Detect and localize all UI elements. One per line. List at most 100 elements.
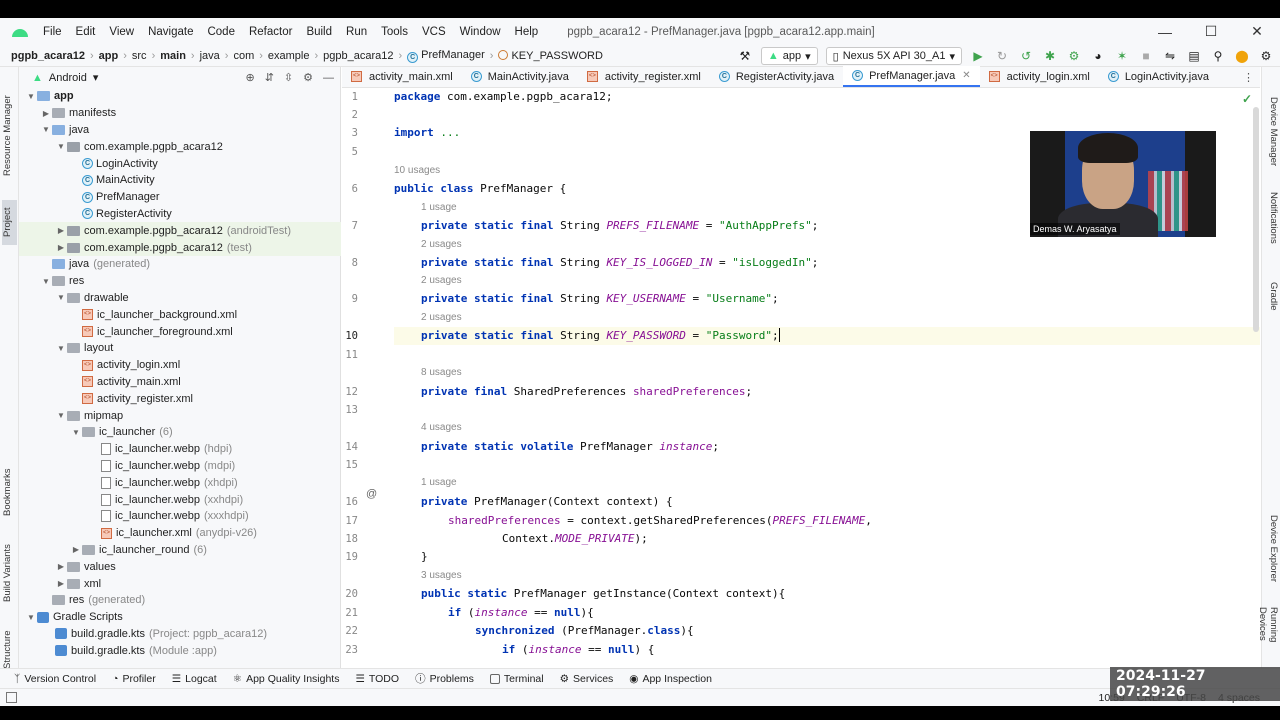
chevron-right-icon[interactable]: ▶ bbox=[55, 579, 67, 588]
menu-tools[interactable]: Tools bbox=[374, 26, 415, 38]
usages-hint[interactable]: 2 usages bbox=[421, 238, 462, 252]
menu-build[interactable]: Build bbox=[299, 26, 339, 38]
hammer-icon[interactable]: ⚒ bbox=[737, 48, 753, 64]
resource-manager-tab[interactable]: Resource Manager bbox=[2, 95, 17, 177]
chevron-right-icon[interactable]: ▶ bbox=[40, 109, 52, 118]
logcat-tool[interactable]: ☰ Logcat bbox=[172, 673, 217, 685]
gear-icon[interactable]: ⚙ bbox=[303, 71, 313, 84]
tree-item-manifests[interactable]: ▶ manifests bbox=[19, 105, 341, 122]
tree-item-ic-launcher-xxhdpi[interactable]: ic_launcher.webp (xxhdpi) bbox=[19, 491, 341, 508]
breadcrumb-field[interactable]: KEY_PASSWORD bbox=[495, 49, 606, 62]
chevron-down-icon[interactable]: ▼ bbox=[55, 293, 67, 302]
app-quality-insights-tool[interactable]: ⚛ App Quality Insights bbox=[233, 673, 340, 685]
tree-item-app[interactable]: ▼ app bbox=[19, 88, 341, 105]
device-manager-tab[interactable]: Device Manager bbox=[1265, 97, 1279, 177]
usages-hint[interactable]: 1 usage bbox=[421, 201, 457, 215]
project-view-mode[interactable]: Android bbox=[49, 72, 87, 84]
menu-run[interactable]: Run bbox=[339, 26, 374, 38]
locate-icon[interactable]: ⊕ bbox=[245, 71, 254, 84]
tree-item-mipmap[interactable]: ▼ mipmap bbox=[19, 407, 341, 424]
tree-item-build-gradle-project[interactable]: build.gradle.kts (Project: pgpb_acara12) bbox=[19, 626, 341, 643]
device-selector[interactable]: ▯ Nexus 5X API 30_A1 ▾ bbox=[825, 47, 962, 65]
chevron-down-icon[interactable]: ▼ bbox=[55, 411, 67, 420]
menu-refactor[interactable]: Refactor bbox=[242, 26, 299, 38]
tree-item-gradle-scripts[interactable]: ▼ Gradle Scripts bbox=[19, 609, 341, 626]
tree-item-xml[interactable]: ▶ xml bbox=[19, 575, 341, 592]
menu-window[interactable]: Window bbox=[453, 26, 508, 38]
sync-icon[interactable]: ⇋ bbox=[1162, 48, 1178, 64]
close-icon[interactable]: ✕ bbox=[1234, 18, 1280, 45]
project-tab[interactable]: Project bbox=[2, 200, 17, 245]
breadcrumb-src[interactable]: src bbox=[129, 50, 150, 62]
tree-item-activity-register[interactable]: <> activity_register.xml bbox=[19, 390, 341, 407]
chevron-down-icon[interactable]: ▼ bbox=[40, 125, 52, 134]
tree-item-prefmanager[interactable]: C PrefManager bbox=[19, 189, 341, 206]
tree-item-ic-launcher[interactable]: ▼ ic_launcher (6) bbox=[19, 424, 341, 441]
usages-hint[interactable]: 10 usages bbox=[394, 164, 440, 178]
chevron-down-icon[interactable]: ▼ bbox=[55, 344, 67, 353]
tab-activity-register[interactable]: <> activity_register.xml bbox=[578, 66, 710, 87]
usages-hint[interactable]: 2 usages bbox=[421, 274, 462, 288]
search-icon[interactable]: ⚲ bbox=[1210, 48, 1226, 64]
breadcrumb-main[interactable]: main bbox=[157, 50, 189, 62]
menu-view[interactable]: View bbox=[102, 26, 141, 38]
usages-hint[interactable]: 2 usages bbox=[421, 311, 462, 325]
module-selector[interactable]: ▲ app ▾ bbox=[760, 47, 818, 65]
menu-file[interactable]: File bbox=[36, 26, 69, 38]
usages-hint[interactable]: 3 usages bbox=[421, 569, 462, 583]
profiler-tool[interactable]: ◔ Profiler bbox=[112, 673, 156, 685]
minimize-icon[interactable]: — bbox=[1142, 18, 1188, 45]
chevron-down-icon[interactable]: ▼ bbox=[40, 277, 52, 286]
todo-tool[interactable]: ☰ TODO bbox=[355, 673, 399, 685]
device-explorer-tab[interactable]: Device Explorer bbox=[1265, 515, 1279, 590]
tree-item-package-androidtest[interactable]: ▶ com.example.pgpb_acara12 (androidTest) bbox=[19, 222, 341, 240]
tree-item-res[interactable]: ▼ res bbox=[19, 273, 341, 290]
breadcrumb-class[interactable]: C PrefManager bbox=[404, 49, 488, 63]
tab-loginactivity[interactable]: C LoginActivity.java bbox=[1099, 66, 1218, 87]
tree-item-java[interactable]: ▼ java bbox=[19, 122, 341, 139]
profile-icon[interactable]: ◕ bbox=[1090, 48, 1106, 64]
tree-item-build-gradle-module[interactable]: build.gradle.kts (Module :app) bbox=[19, 642, 341, 659]
debug-icon[interactable]: ✱ bbox=[1042, 48, 1058, 64]
breadcrumb-module[interactable]: app bbox=[96, 50, 122, 62]
chevron-down-icon[interactable]: ▾ bbox=[93, 71, 99, 84]
tree-item-mainactivity[interactable]: C MainActivity bbox=[19, 172, 341, 189]
settings-icon[interactable]: ⚙ bbox=[1258, 48, 1274, 64]
tree-item-package-test[interactable]: ▶ com.example.pgpb_acara12 (test) bbox=[19, 239, 341, 256]
chevron-down-icon[interactable]: ▼ bbox=[70, 428, 82, 437]
chevron-right-icon[interactable]: ▶ bbox=[55, 562, 67, 571]
rerun-icon[interactable]: ↻ bbox=[994, 48, 1010, 64]
tree-item-ic-launcher-xxxhdpi[interactable]: ic_launcher.webp (xxxhdpi) bbox=[19, 508, 341, 525]
tree-item-loginactivity[interactable]: C LoginActivity bbox=[19, 155, 341, 172]
tab-registeractivity[interactable]: C RegisterActivity.java bbox=[710, 66, 843, 87]
tree-item-res-generated[interactable]: res (generated) bbox=[19, 592, 341, 609]
no-problems-icon[interactable]: ✓ bbox=[1242, 92, 1252, 106]
attach-process-icon[interactable]: ✶ bbox=[1114, 48, 1130, 64]
app-inspection-tool[interactable]: ◉ App Inspection bbox=[629, 673, 712, 685]
chevron-down-icon[interactable]: ▼ bbox=[25, 92, 37, 101]
tree-item-package[interactable]: ▼ com.example.pgpb_acara12 bbox=[19, 138, 341, 155]
chevron-right-icon[interactable]: ▶ bbox=[55, 243, 67, 252]
collapse-all-icon[interactable]: ⇳ bbox=[284, 71, 293, 84]
menu-help[interactable]: Help bbox=[508, 26, 546, 38]
attach-debugger-icon[interactable]: ⚙ bbox=[1066, 48, 1082, 64]
override-marker-icon[interactable]: @ bbox=[366, 488, 377, 500]
problems-tool[interactable]: ⓘ Problems bbox=[415, 671, 474, 686]
gradle-tab[interactable]: Gradle bbox=[1265, 282, 1279, 322]
chevron-down-icon[interactable]: ▼ bbox=[25, 613, 37, 622]
menu-vcs[interactable]: VCS bbox=[415, 26, 453, 38]
maximize-icon[interactable]: ☐ bbox=[1188, 18, 1234, 45]
breadcrumb-example[interactable]: example bbox=[265, 50, 313, 62]
tree-item-activity-main[interactable]: <> activity_main.xml bbox=[19, 374, 341, 391]
breadcrumb-com[interactable]: com bbox=[230, 50, 257, 62]
editor-scrollbar[interactable] bbox=[1253, 107, 1259, 332]
tab-mainactivity[interactable]: C MainActivity.java bbox=[462, 66, 578, 87]
build-variants-tab[interactable]: Build Variants bbox=[2, 539, 17, 607]
tab-activity-main[interactable]: <> activity_main.xml bbox=[342, 66, 462, 87]
services-tool[interactable]: ⚙ Services bbox=[560, 673, 614, 685]
tree-item-ic-launcher-background[interactable]: <> ic_launcher_background.xml bbox=[19, 306, 341, 323]
chevron-down-icon[interactable]: ▼ bbox=[55, 142, 67, 151]
terminal-tool[interactable]: Terminal bbox=[489, 673, 544, 685]
breadcrumb-package[interactable]: pgpb_acara12 bbox=[320, 50, 396, 62]
usages-hint[interactable]: 4 usages bbox=[421, 421, 462, 435]
